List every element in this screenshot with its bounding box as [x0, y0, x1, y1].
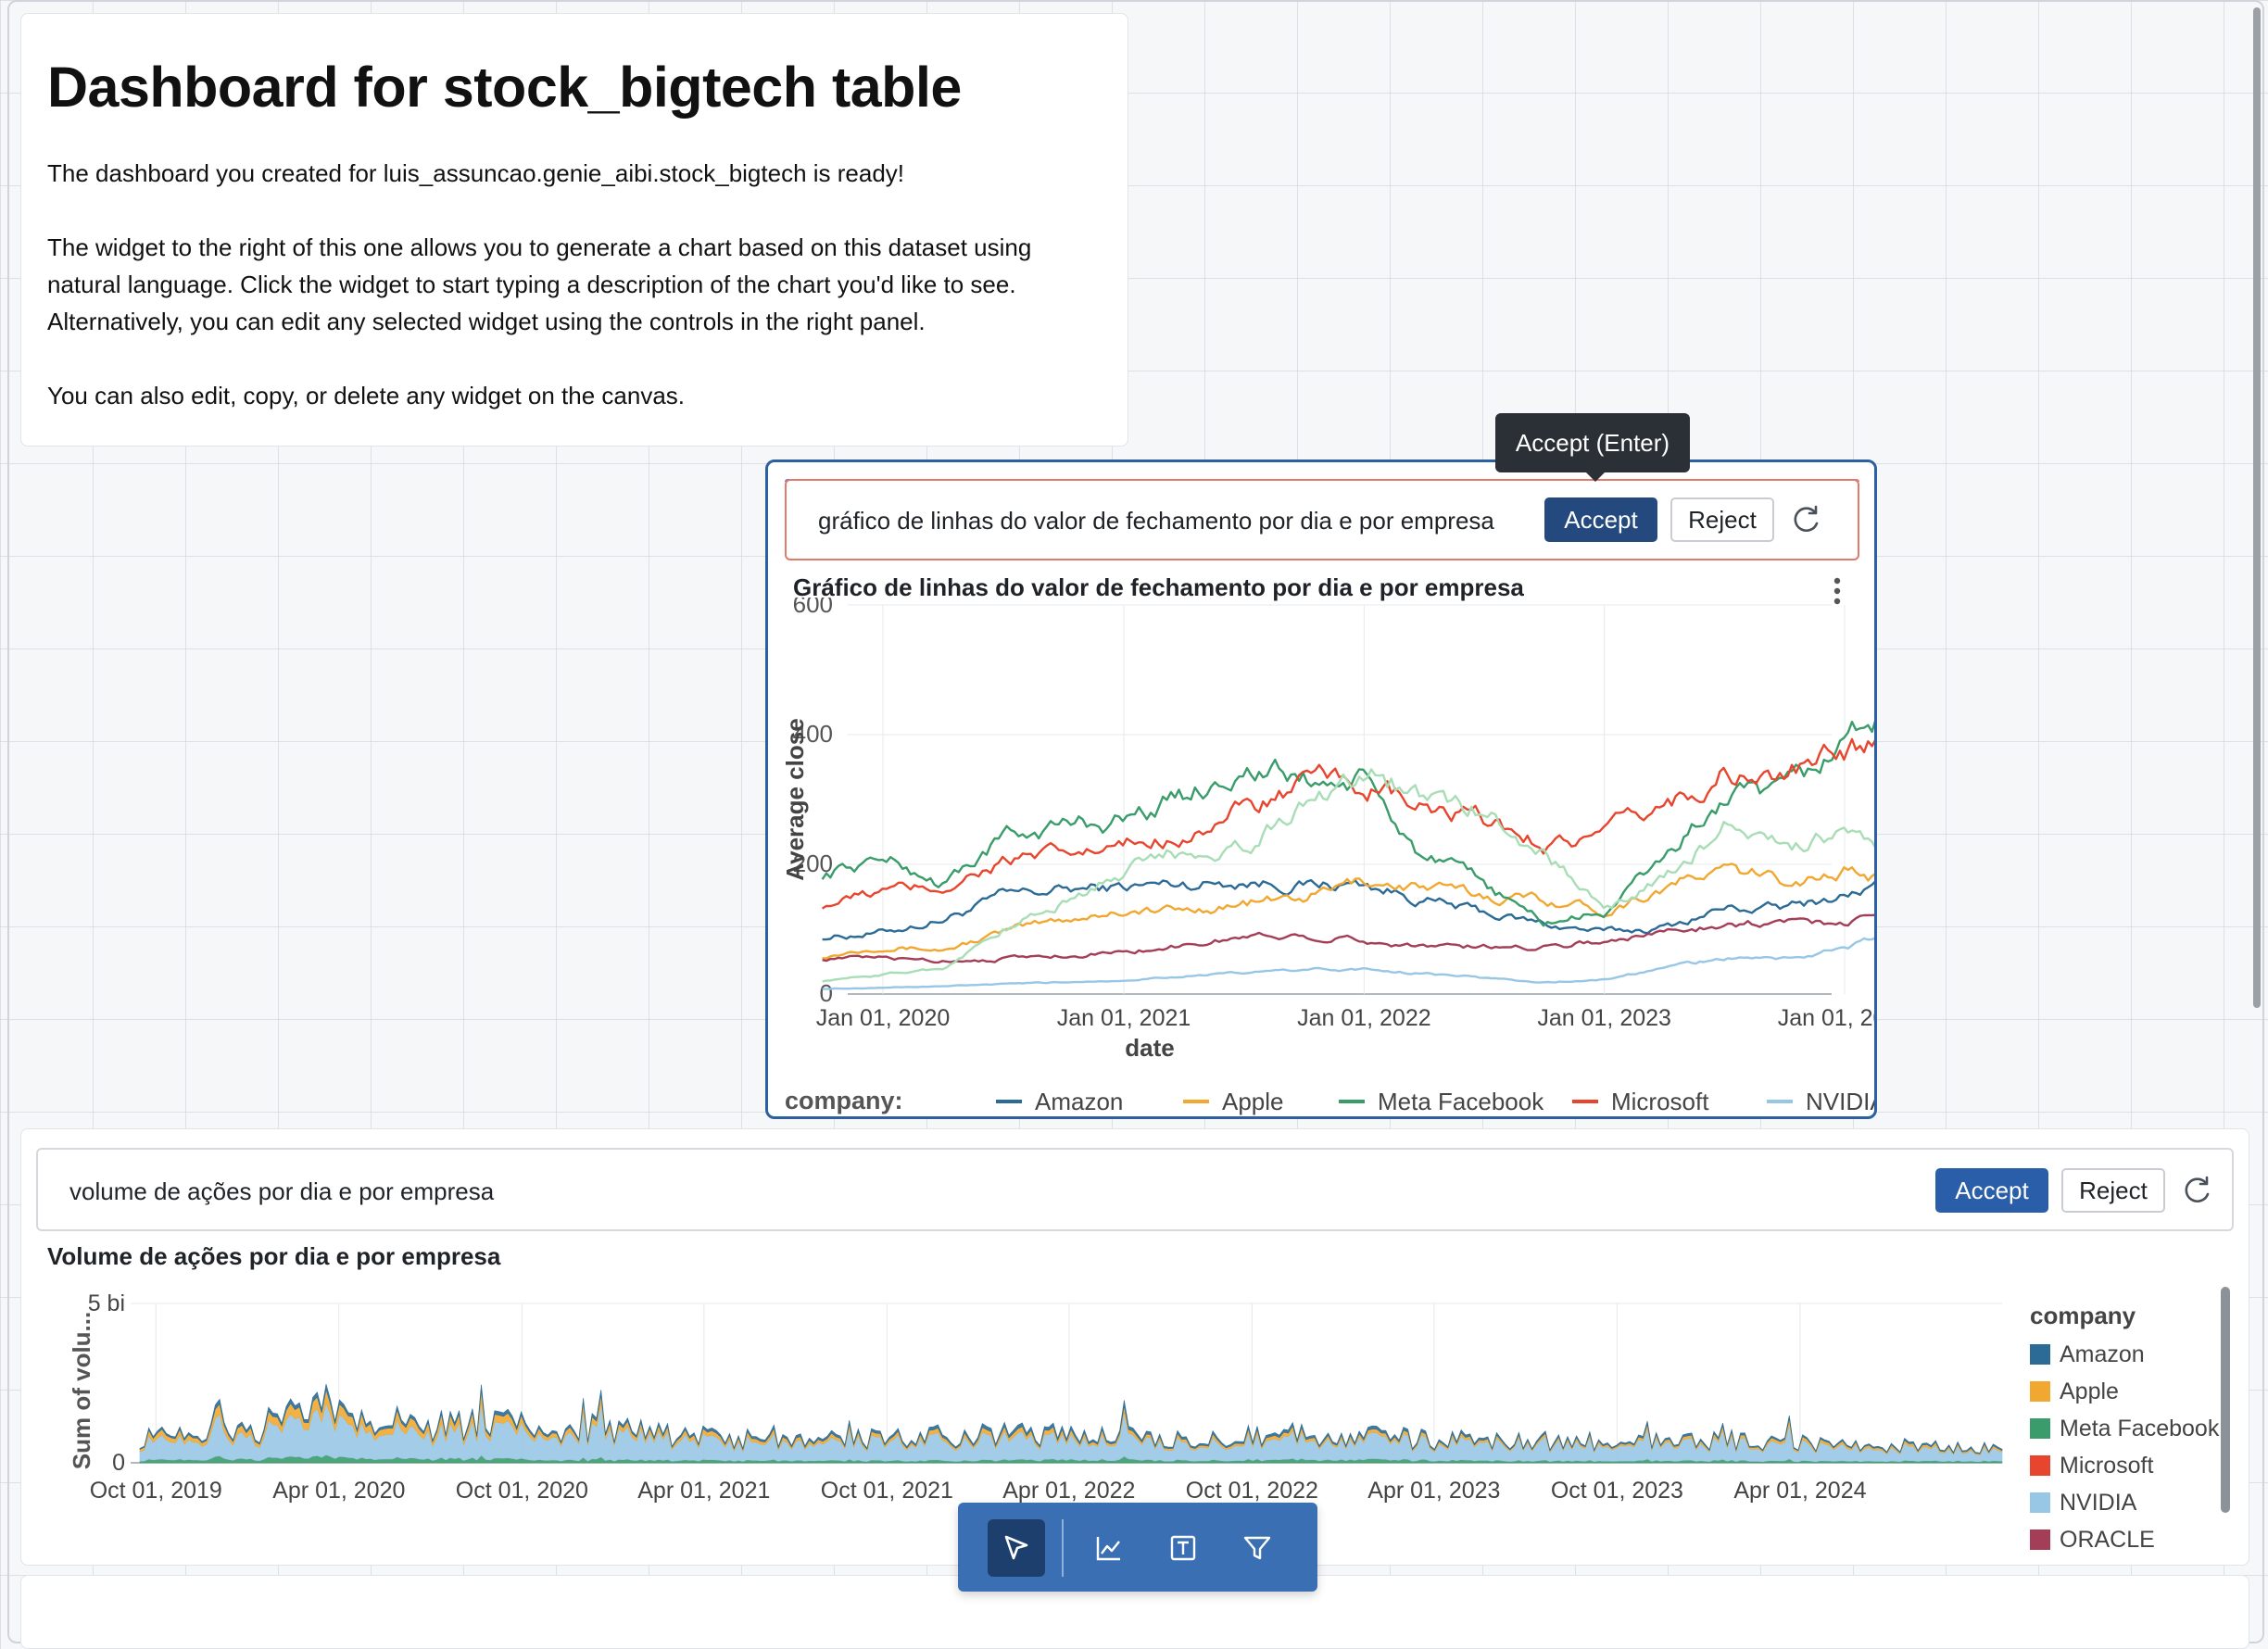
legend-label: Meta Facebook — [1378, 1088, 1544, 1115]
filter-icon[interactable] — [1228, 1519, 1286, 1577]
dashboard-title: Dashboard for stock_bigtech table — [47, 56, 962, 119]
accept-tooltip: Accept (Enter) — [1495, 413, 1690, 472]
x-tick-label: Apr 01, 2023 — [1367, 1478, 1500, 1504]
volume-prompt-bar[interactable]: volume de ações por dia e por empresa Ac… — [36, 1148, 2234, 1231]
text-widget[interactable]: Dashboard for stock_bigtech table The da… — [20, 13, 1128, 447]
line-chart-icon[interactable] — [1080, 1519, 1138, 1577]
y-axis-label: Sum of volu... — [68, 1312, 95, 1469]
x-tick-label: Oct 01, 2022 — [1186, 1478, 1318, 1504]
reject-button[interactable]: Reject — [2061, 1168, 2165, 1213]
page-scrollbar[interactable] — [2253, 7, 2261, 1008]
legend-swatch — [2030, 1344, 2050, 1365]
x-tick-label: Jan 01, 2023 — [1537, 1005, 1671, 1031]
x-tick-label: Jan 01, 2022 — [1297, 1005, 1431, 1031]
select-pointer-icon[interactable] — [988, 1519, 1045, 1577]
x-tick-label: Jan 01, 2021 — [1057, 1005, 1191, 1031]
canvas-toolbar — [958, 1503, 1317, 1592]
x-axis-label: date — [1125, 1034, 1174, 1062]
volume-chart-widget[interactable]: volume de ações por dia e por empresa Ac… — [20, 1128, 2249, 1566]
legend-label: Apple — [2060, 1378, 2119, 1404]
legend-label: ORACLE — [2060, 1527, 2155, 1553]
legend-swatch — [2030, 1492, 2050, 1513]
accept-button[interactable]: Accept — [1544, 497, 1657, 542]
x-tick-label: Oct 01, 2020 — [456, 1478, 588, 1504]
y-axis-label: Average close — [781, 718, 809, 880]
legend-swatch — [2030, 1381, 2050, 1402]
volume-chart-title: Volume de ações por dia e por empresa — [47, 1242, 501, 1270]
legend-title: company: — [785, 1087, 903, 1114]
legend-label: NVIDIA — [1806, 1088, 1874, 1115]
edit-hint-paragraph: You can also edit, copy, or delete any w… — [47, 382, 686, 409]
legend-swatch — [2030, 1529, 2050, 1550]
x-tick-label: Oct 01, 2023 — [1551, 1478, 1683, 1504]
x-tick-label: Jan 01, 2020 — [816, 1005, 951, 1031]
x-tick-label: Oct 01, 2019 — [90, 1478, 222, 1504]
x-tick-label: Apr 01, 2024 — [1733, 1478, 1866, 1504]
legend-label: Amazon — [1035, 1088, 1123, 1115]
tooltip-arrow — [1586, 472, 1605, 482]
volume-prompt-text[interactable]: volume de ações por dia e por empresa — [69, 1177, 494, 1206]
x-tick-label: Apr 01, 2020 — [272, 1478, 405, 1504]
x-tick-label: Jan 01, 2024 — [1778, 1005, 1874, 1031]
text-box-icon[interactable] — [1154, 1519, 1212, 1577]
y-tick-label: 0 — [112, 1450, 125, 1476]
legend-label: Amazon — [2060, 1341, 2145, 1367]
legend-label: Meta Facebook — [2060, 1416, 2220, 1441]
legend-label: Apple — [1222, 1088, 1284, 1115]
line-chart[interactable]: 0200400600Jan 01, 2020 Jan 01, 2021 Jan 01… — [768, 598, 1874, 1116]
intro-paragraph: The dashboard you created for luis_assun… — [47, 159, 905, 187]
toolbar-separator — [1062, 1519, 1064, 1577]
refresh-icon[interactable] — [2178, 1172, 2215, 1214]
line-chart-widget[interactable]: gráfico de linhas do valor de fechamento… — [765, 459, 1877, 1119]
instructions-paragraph: The widget to the right of this one allo… — [47, 233, 1032, 335]
legend-scrollbar[interactable] — [2221, 1287, 2230, 1513]
x-tick-label: Apr 01, 2021 — [637, 1478, 770, 1504]
chart-prompt-text[interactable]: gráfico de linhas do valor de fechamento… — [818, 507, 1494, 535]
y-tick-label: 600 — [793, 598, 833, 618]
refresh-icon[interactable] — [1787, 501, 1824, 543]
chart-prompt-bar[interactable]: gráfico de linhas do valor de fechamento… — [785, 479, 1859, 560]
legend-swatch — [2030, 1418, 2050, 1439]
series-line-microsoft — [821, 737, 1874, 910]
legend-label: Microsoft — [1611, 1088, 1709, 1115]
y-tick-label: 0 — [820, 979, 833, 1007]
legend-title: company — [2030, 1302, 2136, 1329]
x-tick-label: Oct 01, 2021 — [821, 1478, 953, 1504]
legend-swatch — [2030, 1455, 2050, 1476]
reject-button[interactable]: Reject — [1670, 497, 1774, 542]
legend-label: NVIDIA — [2060, 1490, 2137, 1516]
x-tick-label: Apr 01, 2022 — [1002, 1478, 1135, 1504]
series-line-nvidia — [822, 937, 1874, 990]
accept-button[interactable]: Accept — [1935, 1168, 2048, 1213]
legend-label: Microsoft — [2060, 1453, 2153, 1479]
